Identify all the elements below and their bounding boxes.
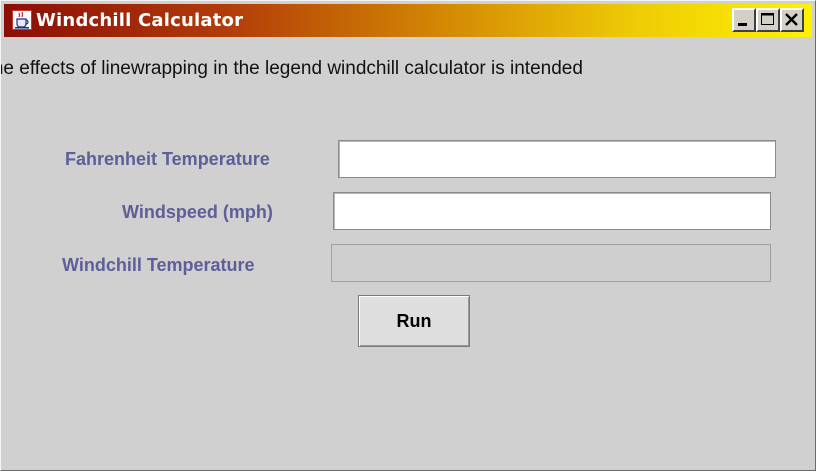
close-icon bbox=[785, 13, 798, 26]
maximize-icon bbox=[761, 13, 774, 25]
java-coffee-cup-icon bbox=[12, 10, 32, 30]
legend-text: ow the effects of linewrapping in the le… bbox=[0, 58, 583, 79]
minimize-button[interactable] bbox=[732, 8, 756, 32]
run-button[interactable]: Run bbox=[358, 295, 470, 347]
close-button[interactable] bbox=[780, 8, 804, 32]
fahrenheit-label: Fahrenheit Temperature bbox=[65, 149, 270, 169]
windspeed-input[interactable] bbox=[333, 192, 771, 230]
app-window: Windchill Calculator ow the effects of l… bbox=[0, 0, 816, 471]
title-bar[interactable]: Windchill Calculator bbox=[4, 4, 812, 37]
windchill-label: Windchill Temperature bbox=[62, 255, 255, 275]
window-title: Windchill Calculator bbox=[36, 10, 244, 31]
fahrenheit-input[interactable] bbox=[338, 140, 776, 178]
maximize-button[interactable] bbox=[756, 8, 780, 32]
minimize-icon bbox=[738, 23, 747, 26]
windchill-output bbox=[331, 244, 771, 282]
windspeed-label: Windspeed (mph) bbox=[122, 202, 273, 222]
